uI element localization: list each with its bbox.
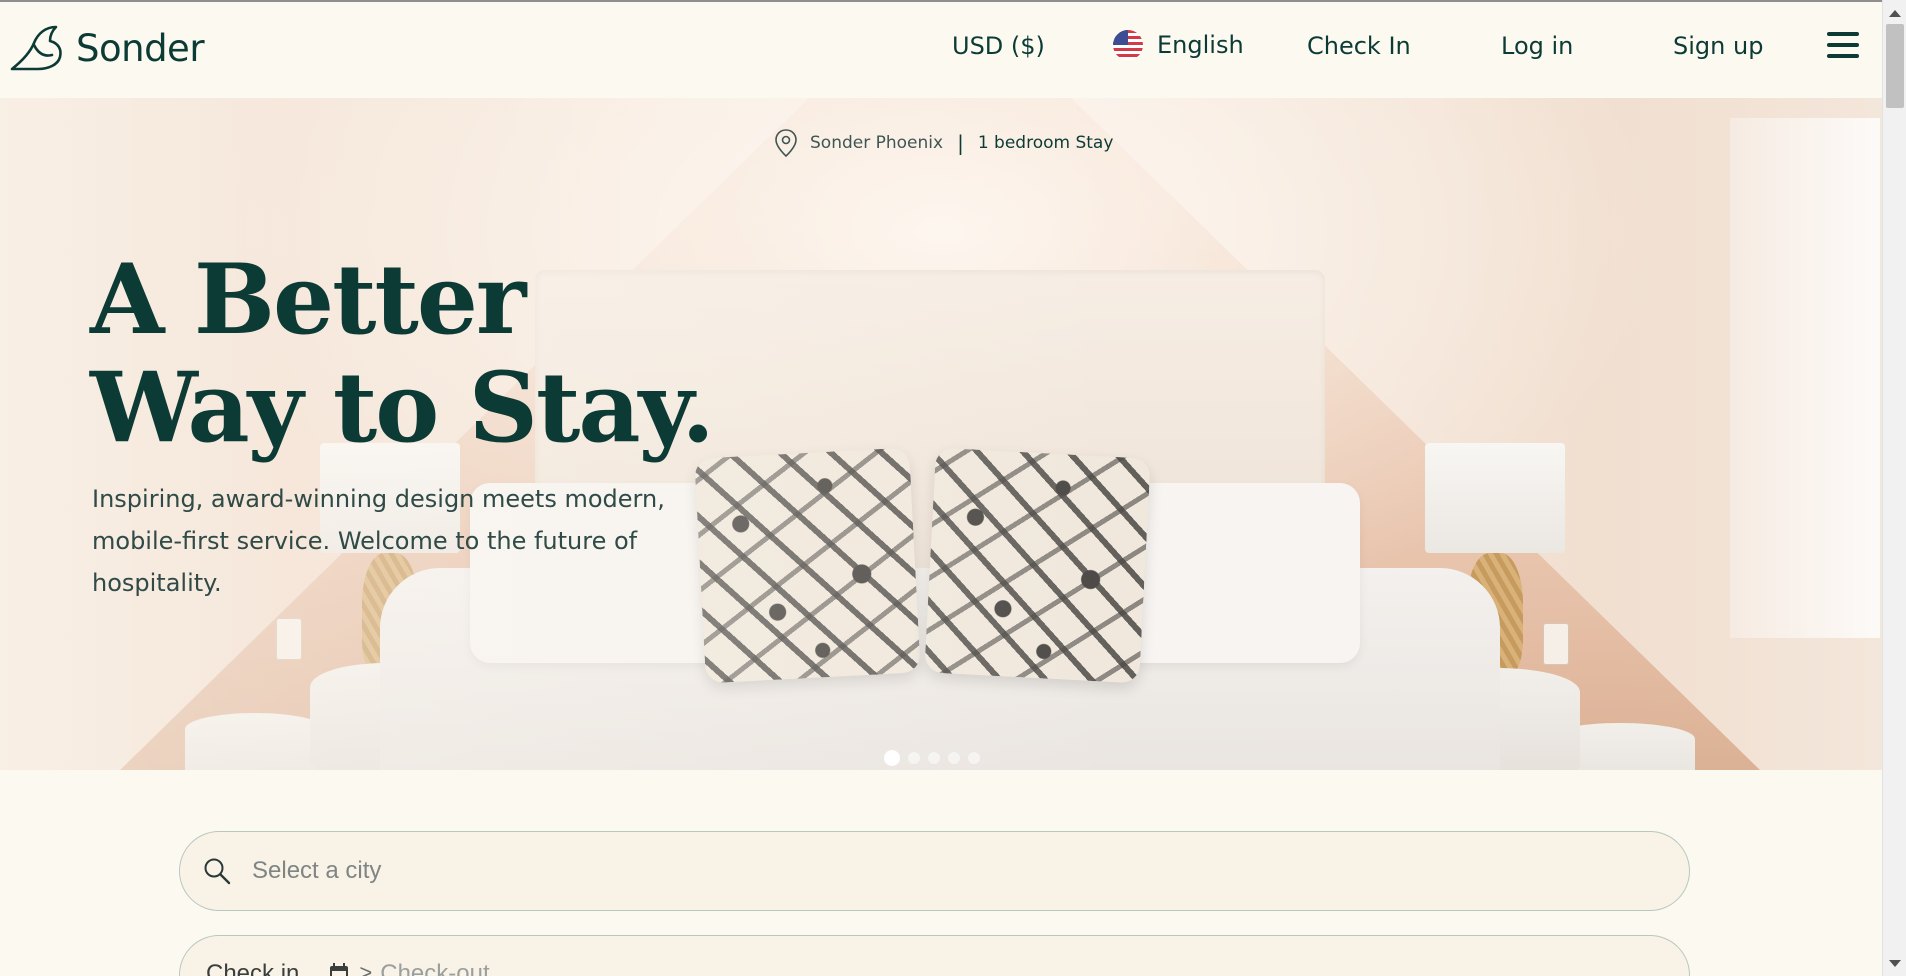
location-separator: | xyxy=(957,131,964,155)
check-in-date-label: Check in xyxy=(206,960,300,976)
property-location-tag: Sonder Phoenix | 1 bedroom Stay xyxy=(774,128,1113,158)
scroll-down-arrow-icon[interactable] xyxy=(1889,960,1901,967)
scroll-thumb[interactable] xyxy=(1886,24,1904,108)
sign-up-link[interactable]: Sign up xyxy=(1673,32,1763,60)
hero-subtitle: Inspiring, award-winning design meets mo… xyxy=(92,485,665,597)
carousel-dots xyxy=(884,750,980,766)
carousel-dot[interactable] xyxy=(968,752,980,764)
sonder-logo[interactable]: Sonder xyxy=(8,22,205,74)
check-out-date-label: Check-out xyxy=(380,960,490,976)
hero-title-line1: A Better xyxy=(90,243,526,356)
language-label: English xyxy=(1157,31,1244,59)
location-city: Sonder Phoenix xyxy=(810,133,944,153)
hero-title-line2: Way to Stay. xyxy=(90,351,715,464)
date-range-arrow: > xyxy=(359,960,373,976)
carousel-dot[interactable] xyxy=(928,752,940,764)
hero-title: A Better Way to Stay. xyxy=(90,243,715,464)
us-flag-icon xyxy=(1113,30,1143,60)
site-header: Sonder USD ($) English Check In Log in S… xyxy=(0,2,1882,98)
search-icon xyxy=(204,858,231,885)
log-in-link[interactable]: Log in xyxy=(1501,32,1573,60)
carousel-dot[interactable] xyxy=(908,752,920,764)
city-search-input[interactable]: Select a city xyxy=(179,831,1690,911)
brand-name: Sonder xyxy=(76,26,205,70)
scroll-up-arrow-icon[interactable] xyxy=(1889,10,1901,17)
currency-selector[interactable]: USD ($) xyxy=(952,32,1045,60)
carousel-dot[interactable] xyxy=(948,752,960,764)
hamburger-menu-icon[interactable] xyxy=(1827,32,1859,60)
sonder-logo-icon xyxy=(10,25,62,71)
carousel-dot[interactable] xyxy=(884,750,900,766)
hero-section: Sonder Phoenix | 1 bedroom Stay A Better… xyxy=(0,98,1882,770)
calendar-icon xyxy=(330,963,349,976)
language-selector[interactable]: English xyxy=(1113,30,1244,60)
location-stay-type: 1 bedroom Stay xyxy=(977,133,1114,153)
check-in-link[interactable]: Check In xyxy=(1307,32,1411,60)
location-pin-icon xyxy=(775,129,797,158)
dates-picker[interactable]: Check in > Check-out xyxy=(179,935,1690,976)
city-placeholder: Select a city xyxy=(252,857,382,884)
page-scrollbar[interactable] xyxy=(1882,0,1906,976)
search-panel: Select a city Check in > Check-out xyxy=(0,770,1882,976)
